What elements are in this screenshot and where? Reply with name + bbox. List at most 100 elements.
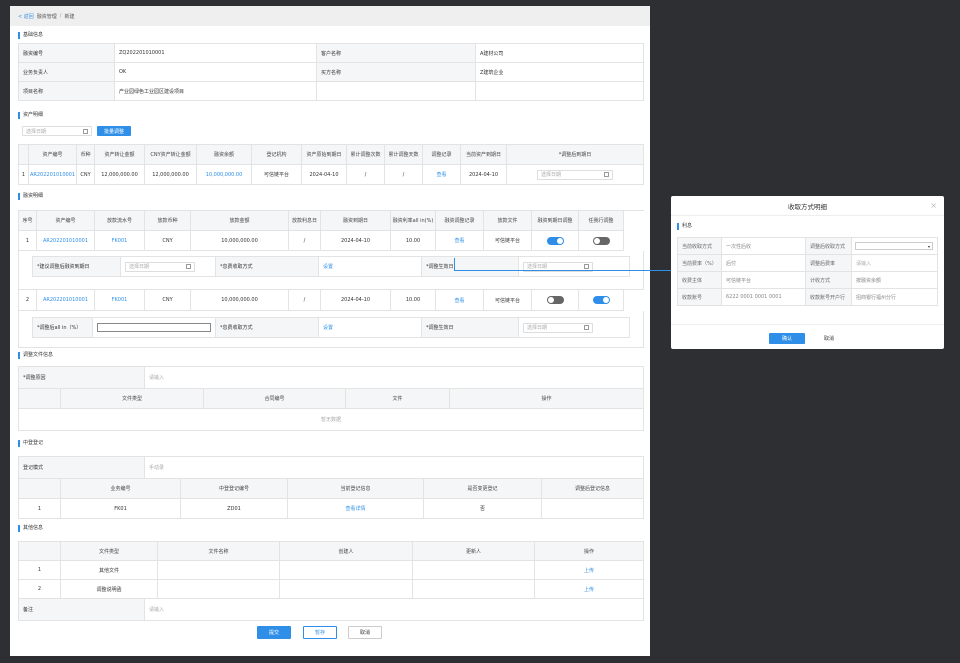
currency: CNY: [145, 231, 191, 251]
balance-link[interactable]: 10,000,000.00: [197, 165, 252, 185]
new-due-cell: 选择日期: [507, 165, 644, 185]
asset-date-picker[interactable]: 选择日期: [22, 126, 92, 136]
save-draft-button[interactable]: 暂存: [303, 626, 337, 639]
asset-no-link[interactable]: AR202201010001: [37, 231, 95, 251]
table-row: 1 FK01 ZD01 查看详情 否: [19, 499, 644, 519]
col-header: 更新人: [413, 542, 535, 561]
effective-date-cell: 选择日期: [519, 318, 629, 337]
adjusted-allin-input[interactable]: [97, 323, 211, 332]
rate-adjust-toggle[interactable]: [592, 236, 610, 245]
label-suggested-due: *建议调整后融资到期日: [33, 257, 121, 276]
col-header: *调整后到期日: [507, 145, 644, 165]
due-adjust-toggle[interactable]: [546, 296, 564, 304]
rate-adjust-toggle[interactable]: [592, 296, 610, 304]
suggested-due-picker[interactable]: 选择日期: [125, 261, 195, 272]
view-record-link[interactable]: 查看: [436, 290, 484, 311]
loan-no-link[interactable]: FK001: [95, 290, 145, 311]
fee-method-set-link[interactable]: 设置: [319, 257, 422, 276]
remark-input[interactable]: 请输入: [145, 599, 644, 621]
col-header: 当前登记信息: [288, 479, 424, 499]
upload-link[interactable]: 上传: [535, 580, 644, 599]
col-header: 累计调整次数: [347, 145, 385, 165]
effective-date-cell: 选择日期: [519, 257, 629, 276]
col-header: 资产编号: [29, 145, 77, 165]
close-icon[interactable]: ×: [930, 201, 937, 210]
changed-flag: 否: [424, 499, 542, 519]
row-index: 1: [19, 499, 61, 519]
value-owner: OK: [115, 63, 317, 82]
upload-link[interactable]: 上传: [535, 561, 644, 580]
batch-adjust-button[interactable]: 批量调整: [97, 126, 131, 136]
view-detail-link[interactable]: 查看详情: [288, 499, 424, 519]
new-method-select[interactable]: ▾: [855, 242, 933, 250]
breadcrumb-level1[interactable]: 融资管理: [37, 13, 57, 20]
effective-date-picker[interactable]: 选择日期: [523, 322, 593, 333]
section-title-registry: 中登登记: [18, 440, 43, 447]
col-header: 调整后登记信息: [542, 479, 644, 499]
currency: CNY: [77, 165, 95, 185]
modal-title: 收取方式明细: [788, 202, 827, 211]
adjust-reason-input[interactable]: 请输入: [145, 367, 644, 389]
new-rate-input[interactable]: 请输入: [852, 255, 938, 272]
adjusted-allin-cell: [93, 318, 216, 337]
modal-cancel-button[interactable]: 取消: [811, 333, 847, 344]
interest-day: /: [289, 231, 321, 251]
label-project-name: 项目名称: [19, 82, 115, 101]
col-header: 登记机构: [252, 145, 302, 165]
due-adjust-subform: *建议调整后融资到期日 选择日期 *息费收取方式 设置 *调整生效日 选择日期: [32, 256, 630, 277]
row-index: 2: [19, 580, 61, 599]
cancel-button[interactable]: 取消: [348, 626, 382, 639]
registry-mode-input[interactable]: 手动录: [145, 457, 644, 479]
asset-no-link[interactable]: AR202201010001: [29, 165, 77, 185]
col-header: 调整记录: [423, 145, 461, 165]
value-calc-method: 按融资余额: [852, 272, 938, 289]
col-header: 资产编号: [37, 211, 95, 231]
col-header: 文件类型: [61, 542, 158, 561]
value-account-no: 6222 0001 0001 0001: [722, 289, 806, 306]
label-new-rate: 调整后费率: [806, 255, 852, 272]
value-current-method: 一次性后收: [722, 238, 806, 255]
section-title-basic: 基础信息: [18, 32, 43, 39]
rate-adjust-cell: [579, 290, 624, 311]
col-header: 合同编号: [204, 389, 346, 409]
col-header: 操作: [535, 542, 644, 561]
empty-cell: [476, 82, 644, 101]
col-header: 创建人: [280, 542, 413, 561]
label-fee-method: *息费收取方式: [216, 318, 319, 337]
submit-button[interactable]: 提交: [257, 626, 291, 639]
value-fee-subject: 可信链平台: [722, 272, 806, 289]
new-method-cell: ▾: [852, 238, 938, 255]
label-buyer-name: 买方名称: [317, 63, 476, 82]
due-adjust-toggle[interactable]: [546, 236, 564, 245]
new-due-date-picker[interactable]: 选择日期: [537, 169, 613, 180]
asset-no-link[interactable]: AR202201010001: [37, 290, 95, 311]
after-registry: [542, 499, 644, 519]
creator: [280, 580, 413, 599]
col-header: 资产原始到期日: [302, 145, 347, 165]
loan-file: 可信链平台: [484, 231, 532, 251]
loan-file: 可信链平台: [484, 290, 532, 311]
view-record-link[interactable]: 查看: [423, 165, 461, 185]
calendar-icon: [186, 264, 191, 269]
col-header: CNY资产转让金额: [145, 145, 197, 165]
main-form-card: < 返回 融资管理 / 新建 基础信息 融资编号 ZQ202201010001 …: [10, 6, 650, 656]
fee-method-modal: 收取方式明细 × 利息 当前收取方式 一次性后收 调整后收取方式 ▾ 当前费率（…: [671, 196, 944, 349]
col-header: 业务编号: [61, 479, 181, 499]
loan-no-link[interactable]: FK001: [95, 231, 145, 251]
due-date: 2024-04-10: [321, 290, 391, 311]
fee-method-set-link[interactable]: 设置: [319, 318, 422, 337]
col-header: 放款利息日: [289, 211, 321, 231]
loan-amount: 10,000,000.00: [191, 231, 289, 251]
label-remark: 备注: [19, 599, 145, 621]
connector-line: [454, 270, 671, 271]
currency: CNY: [145, 290, 191, 311]
modal-confirm-button[interactable]: 确认: [769, 333, 805, 344]
col-header: [19, 145, 29, 165]
empty-state: 暂无数据: [19, 409, 644, 431]
breadcrumb: < 返回 融资管理 / 新建: [10, 6, 650, 26]
section-title-financing: 融资明细: [18, 193, 43, 200]
col-header: 融资到期日: [321, 211, 391, 231]
view-record-link[interactable]: 查看: [436, 231, 484, 251]
modal-detail-table: 当前收取方式 一次性后收 调整后收取方式 ▾ 当前费率（%） 后付 调整后费率 …: [677, 237, 938, 306]
back-link[interactable]: < 返回: [18, 13, 34, 20]
